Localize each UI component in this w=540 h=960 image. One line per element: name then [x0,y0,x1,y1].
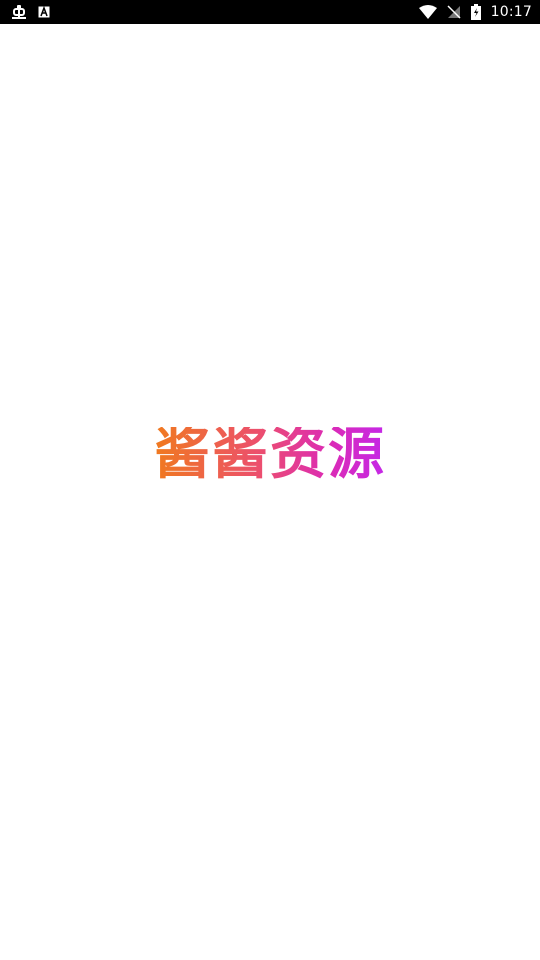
status-time: 10:17 [490,4,532,20]
splash-screen: 10:17 酱酱资源 [0,0,540,960]
splash-logo: 酱酱资源 [0,420,540,490]
a-badge-icon [38,6,50,18]
wifi-icon [418,5,437,19]
no-sim-icon [447,5,461,19]
debug-bug-icon [10,4,28,20]
status-bar-right: 10:17 [418,4,532,20]
battery-icon [470,4,481,20]
status-bar-left [10,4,50,20]
app-title: 酱酱资源 [154,422,386,487]
status-bar: 10:17 [0,0,540,24]
